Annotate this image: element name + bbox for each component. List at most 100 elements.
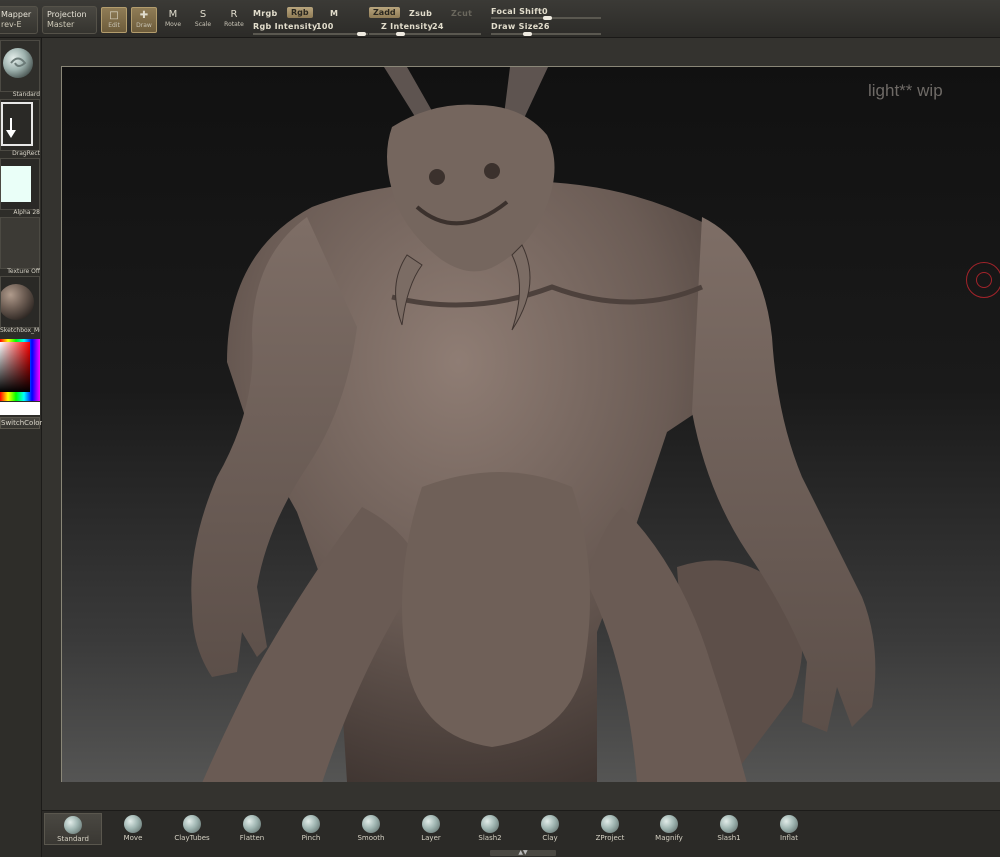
brush-label: Flatten — [239, 834, 265, 842]
alpha-thumb — [0, 158, 40, 210]
brush-cursor-icon — [966, 262, 1000, 298]
projection-sub: Master — [47, 20, 75, 29]
brush-zproject[interactable]: ZProject — [581, 813, 639, 845]
brush-label: Standard — [12, 91, 40, 98]
rotate-icon: R — [230, 9, 238, 20]
brush-label: Move — [123, 834, 143, 842]
scale-icon: S — [199, 9, 207, 20]
brush-claytubes[interactable]: ClayTubes — [163, 813, 221, 845]
edit-label: Edit — [108, 22, 120, 29]
color-saturation-square[interactable] — [0, 342, 30, 392]
mapper-label: Mapper — [1, 10, 32, 19]
brush-standard[interactable]: Standard — [44, 813, 102, 845]
draw-size-value: 26 — [538, 22, 550, 31]
rgb-intensity-knob[interactable] — [357, 32, 366, 36]
chevron-up-down-icon: ▲▼ — [518, 849, 528, 856]
layer-brush-icon — [422, 815, 440, 833]
brush-label: Pinch — [301, 834, 321, 842]
brush-pinch[interactable]: Pinch — [282, 813, 340, 845]
texture-label: Texture Off — [7, 268, 40, 275]
main-color-swatch[interactable] — [0, 402, 40, 415]
brush-label: Clay — [542, 834, 558, 842]
brush-layer[interactable]: Layer — [402, 813, 460, 845]
draw-size-slider[interactable] — [491, 33, 601, 35]
inflat-brush-icon — [780, 815, 798, 833]
scale-button[interactable]: S Scale — [190, 7, 216, 33]
focal-shift-knob[interactable] — [543, 16, 552, 20]
draw-size-label: Draw Size — [491, 22, 539, 31]
standard-brush-icon — [64, 816, 82, 834]
brush-label: ClayTubes — [174, 834, 210, 842]
switch-color-label: SwitchColor — [1, 419, 43, 427]
brush-smooth[interactable]: Smooth — [342, 813, 400, 845]
edit-button[interactable]: □ Edit — [101, 7, 127, 33]
projection-label: Projection — [47, 10, 87, 19]
brush-magnify[interactable]: Magnify — [640, 813, 698, 845]
brush-clay[interactable]: Clay — [521, 813, 579, 845]
brush-slash2[interactable]: Slash2 — [461, 813, 519, 845]
move-button[interactable]: M Move — [160, 7, 186, 33]
draw-size-knob[interactable] — [523, 32, 532, 36]
z-intensity-label: Z Intensity — [381, 22, 434, 31]
rgb-toggle[interactable]: Rgb — [287, 7, 313, 18]
zcut-toggle[interactable]: Zcut — [451, 9, 472, 18]
brush-inflat[interactable]: Inflat — [760, 813, 818, 845]
pinch-brush-icon — [302, 815, 320, 833]
texture-icon — [0, 217, 40, 269]
alpha-selector[interactable]: Alpha 28 — [0, 158, 40, 216]
stroke-selector[interactable]: DragRect — [0, 99, 40, 157]
stroke-label: DragRect — [12, 150, 40, 157]
draw-button[interactable]: ✚ Draw — [131, 7, 157, 33]
slash1-brush-icon — [720, 815, 738, 833]
m-toggle[interactable]: M — [330, 9, 338, 18]
brush-label: Slash2 — [478, 834, 502, 842]
mrgb-toggle[interactable]: Mrgb — [253, 9, 278, 18]
brush-label: Inflat — [780, 834, 798, 842]
rgb-intensity-slider[interactable] — [253, 33, 368, 35]
shelf-collapse-handle[interactable]: ▲▼ — [490, 850, 556, 856]
abdomen — [402, 472, 590, 747]
brush-label: Standard — [57, 835, 89, 843]
brush-label: Slash1 — [717, 834, 741, 842]
rotate-label: Rotate — [224, 21, 244, 28]
right-eye — [484, 163, 500, 179]
standard-brush-icon — [3, 48, 33, 78]
brush-label: Layer — [421, 834, 441, 842]
brush-thumb — [0, 40, 40, 92]
material-selector[interactable]: Sketchbox_Mud — [0, 276, 40, 334]
switch-color-button[interactable]: SwitchColor — [0, 417, 43, 429]
mapper-button[interactable]: Mapper rev-E — [0, 6, 38, 34]
smooth-brush-icon — [362, 815, 380, 833]
sculpt-canvas[interactable] — [61, 66, 1000, 782]
rgb-intensity-label: Rgb Intensity — [253, 22, 318, 31]
zsub-toggle[interactable]: Zsub — [409, 9, 432, 18]
rotate-button[interactable]: R Rotate — [221, 7, 247, 33]
move-label: Move — [164, 21, 182, 28]
brush-selector[interactable]: Standard — [0, 40, 40, 98]
flatten-brush-icon — [243, 815, 261, 833]
alpha-label: Alpha 28 — [13, 209, 40, 216]
left-eye — [429, 169, 445, 185]
z-intensity-slider[interactable] — [369, 33, 481, 35]
zadd-toggle[interactable]: Zadd — [369, 7, 400, 18]
brush-label: Magnify — [655, 834, 683, 842]
brush-slash1[interactable]: Slash1 — [700, 813, 758, 845]
color-picker[interactable]: SwitchColor — [0, 339, 43, 431]
texture-selector[interactable]: Texture Off — [0, 217, 40, 275]
slash2-brush-icon — [481, 815, 499, 833]
brush-move[interactable]: Move — [104, 813, 162, 845]
material-label: Sketchbox_Mud — [0, 327, 40, 334]
z-intensity-knob[interactable] — [396, 32, 405, 36]
projection-master-button[interactable]: Projection Master — [42, 6, 97, 34]
brush-cursor-inner — [976, 272, 992, 288]
draw-icon: ✚ — [139, 10, 149, 21]
rgb-intensity-value: 100 — [316, 22, 334, 31]
move-icon: M — [168, 9, 178, 20]
color-picker-icon[interactable] — [0, 339, 40, 401]
edit-icon: □ — [109, 10, 119, 21]
brush-label: ZProject — [595, 834, 625, 842]
brush-flatten[interactable]: Flatten — [223, 813, 281, 845]
top-toolbar: Mapper rev-E Projection Master □ Edit ✚ … — [0, 0, 1000, 38]
left-shelf: Standard DragRect Alpha 28 Texture Off S… — [0, 38, 42, 857]
wip-watermark: light** wip — [868, 81, 943, 100]
